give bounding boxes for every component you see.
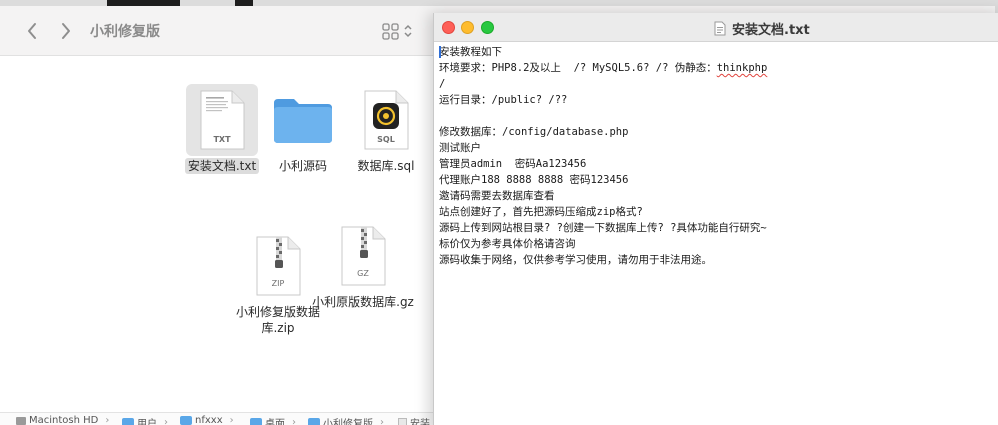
path-crumb-label: nfxxx [195,415,223,425]
misspelled-word: thinkphp [716,62,768,74]
text-line: 测试账户 [439,142,481,154]
file-badge: GZ [357,269,369,278]
file-name: 小利源码 [278,159,327,173]
zoom-button[interactable] [481,21,494,34]
textedit-titlebar: 安装文档.txt [434,13,998,42]
grid-icon [382,22,399,40]
text-line: 运行目录：/public? /?? [439,94,568,106]
text-line: 代理账户188 8888 8888 密码123456 [439,174,629,186]
folder-icon [308,418,320,425]
text-line: 源码上传到网站根目录? ?创建一下数据库上传? ?具体功能自行研究~ [439,222,767,234]
text-document-icon [714,21,726,36]
text-caret [439,46,441,58]
text-line: 邀请码需要去数据库查看 [439,190,555,202]
path-crumb[interactable]: 安装 [398,415,430,425]
chevron-right-icon: › [292,417,296,425]
view-options-button[interactable] [382,21,422,41]
file-icon-wrap [242,230,314,302]
file-name: 数据库.sql [357,159,415,173]
chevron-updown-icon [404,24,412,38]
text-line-content: 环境要求：PHP8.2及以上 /? MySQL5.6? /? 伪静态：think… [439,62,768,74]
finder-title: 小利修复版 [90,24,160,40]
chevron-right-icon: › [229,415,234,425]
document-title: 安装文档.txt [714,19,810,38]
text-line: 源码收集于网络，仅供参考学习使用，请勿用于非法用途。 [439,254,712,266]
file-icon-wrap [350,84,422,156]
path-crumb-label: 桌面 [265,419,285,425]
path-crumb[interactable]: 用户 › [122,415,168,425]
path-crumb[interactable]: Macintosh HD › [16,415,109,425]
text-line: 环境要求：PHP8.2及以上 /? MySQL5.6? /? 伪静态：think… [439,60,998,76]
folder-icon [122,418,134,425]
path-crumb-label: 安装 [410,419,430,425]
file-item-original-gz[interactable]: GZ 小利原版数据库.gz [308,220,418,310]
file-icon-wrap [267,84,339,156]
text-line: 安装教程如下 [439,46,502,58]
text-line: 修改数据库：/config/database.php [439,126,629,138]
back-button[interactable] [22,20,42,42]
folder-icon [250,418,262,425]
text-line: / [439,78,446,90]
text-line: 标价仅为参考具体价格请咨询 [439,238,576,250]
file-badge: SQL [377,135,395,144]
text-line: 管理员admin 密码Aa123456 [439,158,587,170]
file-name: 小利原版数据库.gz [312,295,414,309]
close-button[interactable] [442,21,455,34]
document-icon [398,417,407,425]
chevron-right-icon [62,23,70,39]
file-item-database-sql[interactable]: SQL 数据库.sql [331,84,441,174]
document-title-label: 安装文档.txt [732,23,810,38]
textedit-window: 安装文档.txt 安装教程如下 环境要求：PHP8.2及以上 /? MySQL5… [433,13,998,425]
file-icon-wrap [327,220,399,292]
forward-button[interactable] [56,20,76,42]
path-crumb-label: Macintosh HD [29,415,99,425]
folder-icon [274,99,332,143]
chevron-right-icon: › [105,415,110,425]
disk-icon [16,416,26,425]
path-crumb-label: 用户 [137,419,157,425]
text-line [439,108,998,124]
chevron-right-icon: › [380,417,384,425]
path-crumb-label: 小利修复版 [323,419,373,425]
minimize-button[interactable] [461,21,474,34]
folder-icon [180,416,192,425]
path-crumb[interactable]: 小利修复版 › [308,415,384,425]
chevron-left-icon [28,23,36,39]
chevron-right-icon: › [164,417,168,425]
text-line: 站点创建好了，首先把源码压缩成zip格式? [439,206,643,218]
text-editor-area[interactable]: 安装教程如下 环境要求：PHP8.2及以上 /? MySQL5.6? /? 伪静… [439,44,998,268]
path-crumb[interactable]: 桌面 › [250,415,296,425]
path-crumb[interactable]: nfxxx › [180,415,234,425]
